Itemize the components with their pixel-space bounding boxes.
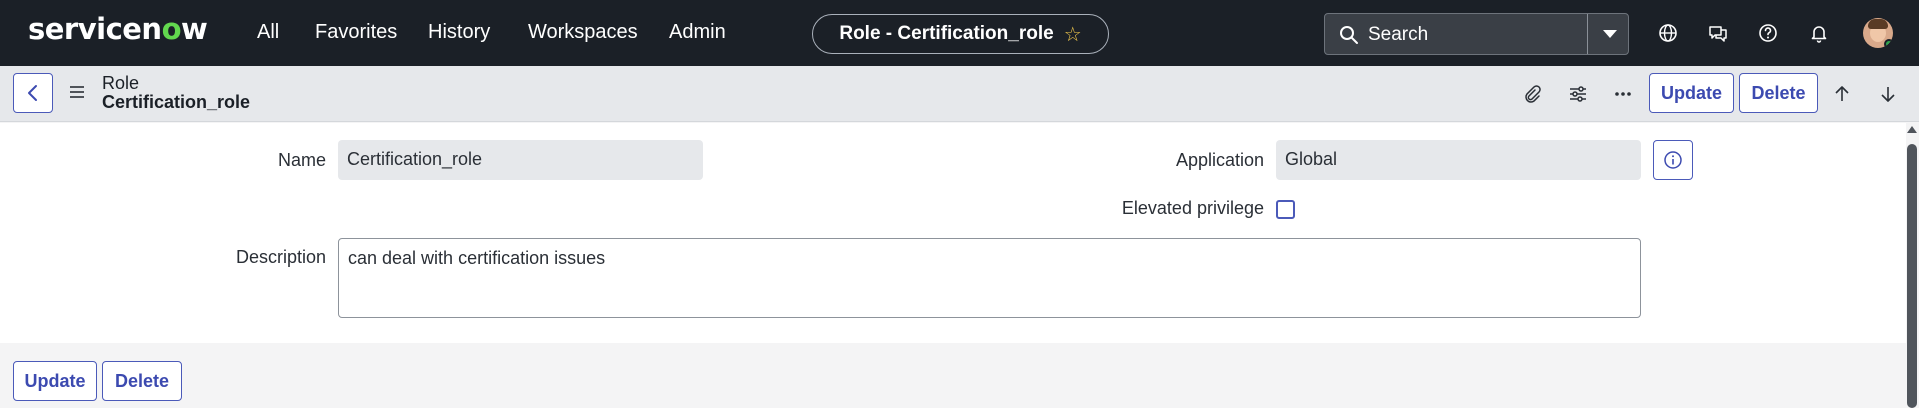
up-arrow-icon[interactable] xyxy=(1832,84,1852,104)
help-icon[interactable] xyxy=(1758,23,1778,43)
search-divider xyxy=(1587,14,1588,54)
globe-icon[interactable] xyxy=(1658,23,1678,43)
info-icon xyxy=(1664,151,1682,169)
record-name-label: Certification_role xyxy=(102,92,251,112)
nav-admin[interactable]: Admin xyxy=(669,21,726,44)
elevated-privilege-label: Elevated privilege xyxy=(1121,198,1264,218)
more-icon[interactable] xyxy=(1613,84,1633,104)
application-field[interactable]: Global xyxy=(1276,140,1641,180)
top-navigation-bar: servicenow All Favorites History Workspa… xyxy=(0,0,1919,66)
context-record-label: Role - Certification_role xyxy=(839,23,1054,44)
servicenow-logo[interactable]: servicenow xyxy=(28,12,208,46)
description-textarea[interactable]: can deal with certification issues xyxy=(338,238,1641,318)
favorite-star-icon[interactable]: ☆ xyxy=(1064,22,1082,47)
description-label: Description xyxy=(235,247,326,267)
scroll-up-arrow-icon[interactable] xyxy=(1907,126,1917,133)
back-icon xyxy=(28,85,37,101)
form-footer: Update Delete xyxy=(0,343,1906,408)
online-status-indicator xyxy=(1884,39,1893,48)
avatar-hair xyxy=(1868,19,1888,29)
nav-favorites[interactable]: Favorites xyxy=(315,21,397,44)
settings-icon[interactable] xyxy=(1568,84,1588,104)
search-scope-chevron-down-icon[interactable] xyxy=(1603,30,1617,38)
nav-workspaces[interactable]: Workspaces xyxy=(528,21,638,44)
record-form: Name Certification_role Application Glob… xyxy=(0,123,1906,343)
footer-update-button[interactable]: Update xyxy=(13,361,97,401)
name-field[interactable]: Certification_role xyxy=(338,140,703,180)
user-avatar[interactable] xyxy=(1863,18,1893,48)
application-label: Application xyxy=(1175,150,1264,170)
menu-icon[interactable] xyxy=(70,86,84,98)
header-delete-button[interactable]: Delete xyxy=(1739,73,1818,113)
scrollbar-thumb[interactable] xyxy=(1907,144,1917,408)
bell-icon[interactable] xyxy=(1809,23,1829,43)
header-update-button[interactable]: Update xyxy=(1649,73,1734,113)
attachment-icon[interactable] xyxy=(1522,84,1542,104)
footer-delete-button[interactable]: Delete xyxy=(102,361,182,401)
global-search[interactable]: Search xyxy=(1324,13,1629,55)
chat-icon[interactable] xyxy=(1708,23,1728,43)
back-button[interactable] xyxy=(13,73,53,113)
search-input[interactable]: Search xyxy=(1368,24,1428,46)
nav-history[interactable]: History xyxy=(428,21,490,44)
application-info-button[interactable] xyxy=(1653,140,1693,180)
context-record-pill[interactable]: Role - Certification_role ☆ xyxy=(812,14,1109,54)
down-arrow-icon[interactable] xyxy=(1878,84,1898,104)
elevated-privilege-checkbox[interactable] xyxy=(1276,200,1295,219)
name-label: Name xyxy=(277,150,326,170)
search-icon xyxy=(1340,26,1358,44)
record-type-label: Role xyxy=(102,73,140,93)
record-header: Role Certification_role Update Delete xyxy=(0,66,1919,122)
nav-all[interactable]: All xyxy=(257,21,279,44)
